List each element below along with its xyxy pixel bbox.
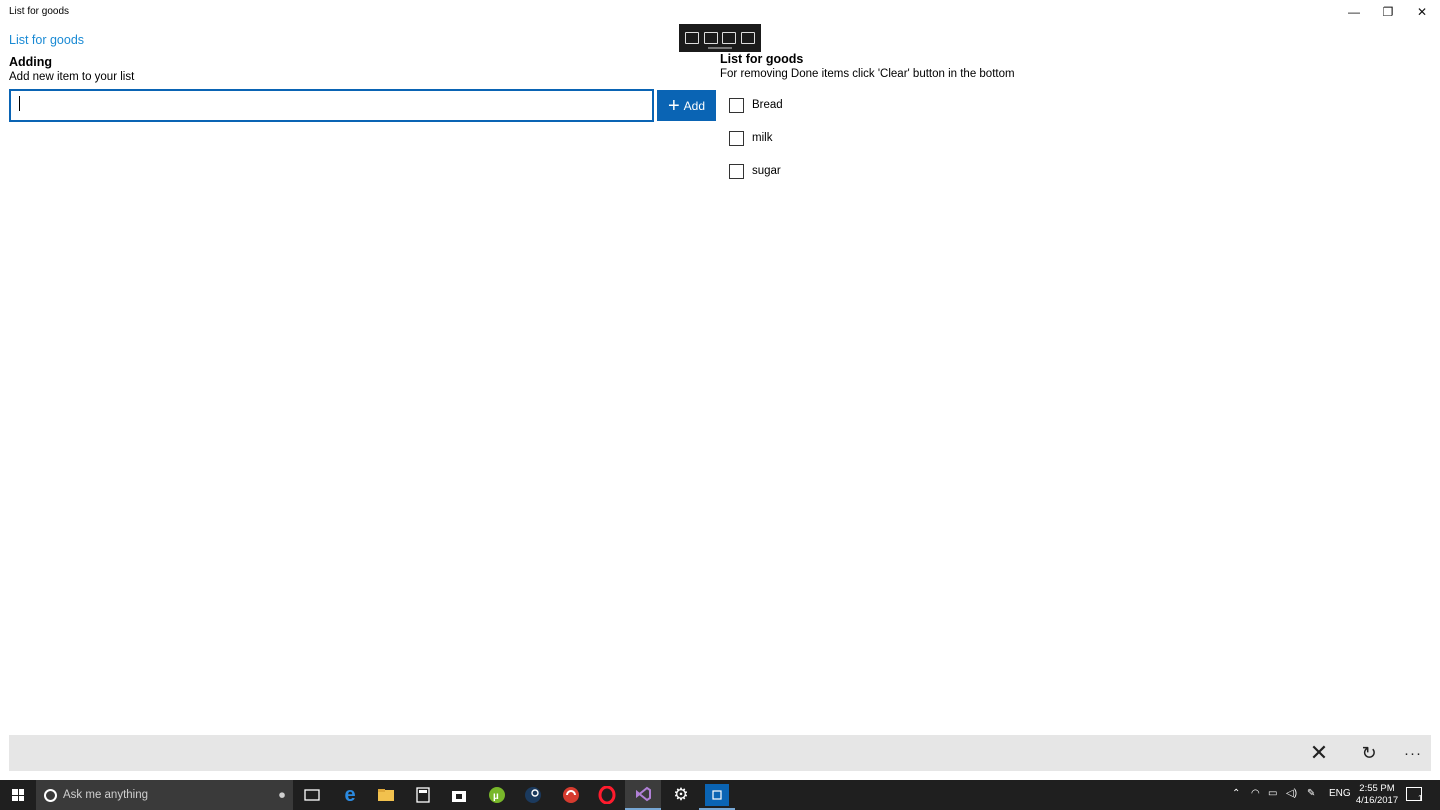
refresh-icon: ↻ (1361, 742, 1377, 763)
steam-icon[interactable] (519, 784, 547, 806)
list-item-milk[interactable]: milk (729, 129, 772, 147)
add-button[interactable]: + Add (657, 90, 716, 121)
command-bar: ✕ ↻ ··· (9, 735, 1431, 771)
item-label: sugar (752, 165, 781, 177)
window-title: List for goods (9, 6, 70, 17)
text-caret (19, 96, 20, 111)
start-button[interactable] (6, 780, 30, 810)
refresh-button[interactable]: ↻ (1354, 740, 1384, 766)
language-indicator[interactable]: ENG (1329, 788, 1351, 799)
new-item-input[interactable] (11, 91, 652, 120)
select-element-icon[interactable] (703, 32, 718, 44)
close-icon: ✕ (1309, 740, 1329, 765)
debug-toolbar-handle[interactable] (708, 47, 732, 49)
opera-icon[interactable] (593, 784, 621, 806)
settings-gear-icon[interactable]: ⚙ (667, 784, 695, 806)
list-item-bread[interactable]: Bread (729, 96, 783, 114)
close-icon: ✕ (1416, 5, 1428, 19)
item-checkbox[interactable] (729, 130, 744, 146)
track-focus-icon[interactable] (740, 32, 755, 44)
windows-logo-icon (12, 789, 24, 801)
list-heading: List for goods (720, 52, 804, 66)
item-label: milk (752, 132, 773, 144)
list-item-sugar[interactable]: sugar (729, 162, 781, 180)
clock-date: 4/16/2017 (1355, 795, 1399, 806)
display-layout-icon[interactable] (722, 32, 737, 44)
task-view-icon[interactable] (298, 784, 326, 806)
volume-icon[interactable]: ◁) (1286, 788, 1297, 799)
wifi-icon[interactable]: ◠ (1251, 788, 1260, 799)
calculator-icon[interactable] (409, 784, 437, 806)
item-checkbox[interactable] (729, 97, 744, 113)
more-button[interactable]: ··· (1398, 740, 1428, 766)
minimize-button[interactable]: — (1337, 0, 1371, 24)
search-box[interactable]: Ask me anything ⏺ (36, 780, 293, 810)
close-window-button[interactable]: ✕ (1405, 0, 1439, 24)
ccleaner-icon[interactable] (557, 784, 585, 806)
store-icon[interactable] (445, 784, 473, 806)
taskbar: Ask me anything ⏺ e µ ⚙ ⌃ ◠ ▭ ◁) ✎ ENG 2… (0, 780, 1440, 810)
svg-text:µ: µ (493, 791, 499, 802)
adding-heading: Adding (9, 55, 53, 69)
app-header-link[interactable]: List for goods (9, 33, 84, 47)
microphone-icon[interactable]: ⏺ (279, 788, 285, 803)
item-checkbox[interactable] (729, 163, 744, 179)
visual-studio-icon[interactable] (629, 784, 657, 806)
chevron-up-icon[interactable]: ⌃ (1232, 788, 1240, 799)
window-titlebar: List for goods — ❐ ✕ (0, 0, 1440, 24)
edge-browser-icon[interactable]: e (336, 784, 364, 806)
maximize-button[interactable]: ❐ (1371, 0, 1405, 24)
more-icon: ··· (1404, 744, 1422, 762)
list-app-icon[interactable] (703, 784, 731, 806)
clear-button[interactable]: ✕ (1304, 740, 1334, 766)
pen-icon[interactable]: ✎ (1307, 788, 1315, 799)
notification-count: 1 (1418, 794, 1423, 803)
clock[interactable]: 2:55 PM 4/16/2017 (1352, 783, 1402, 807)
list-subheading: For removing Done items click 'Clear' bu… (720, 68, 1015, 80)
battery-icon[interactable]: ▭ (1268, 788, 1277, 799)
add-button-label: Add (683, 98, 706, 113)
minimize-icon: — (1348, 5, 1360, 19)
plus-icon: + (667, 94, 680, 117)
search-placeholder: Ask me anything (63, 789, 149, 801)
cortana-icon (44, 788, 57, 802)
new-item-input-box[interactable] (9, 89, 654, 122)
file-explorer-icon[interactable] (372, 784, 400, 806)
app-selection-icon[interactable] (685, 32, 700, 44)
item-label: Bread (752, 99, 783, 111)
adding-subheading: Add new item to your list (9, 71, 135, 83)
restore-icon: ❐ (1382, 5, 1394, 19)
utorrent-icon[interactable]: µ (483, 784, 511, 806)
clock-time: 2:55 PM (1359, 783, 1395, 794)
